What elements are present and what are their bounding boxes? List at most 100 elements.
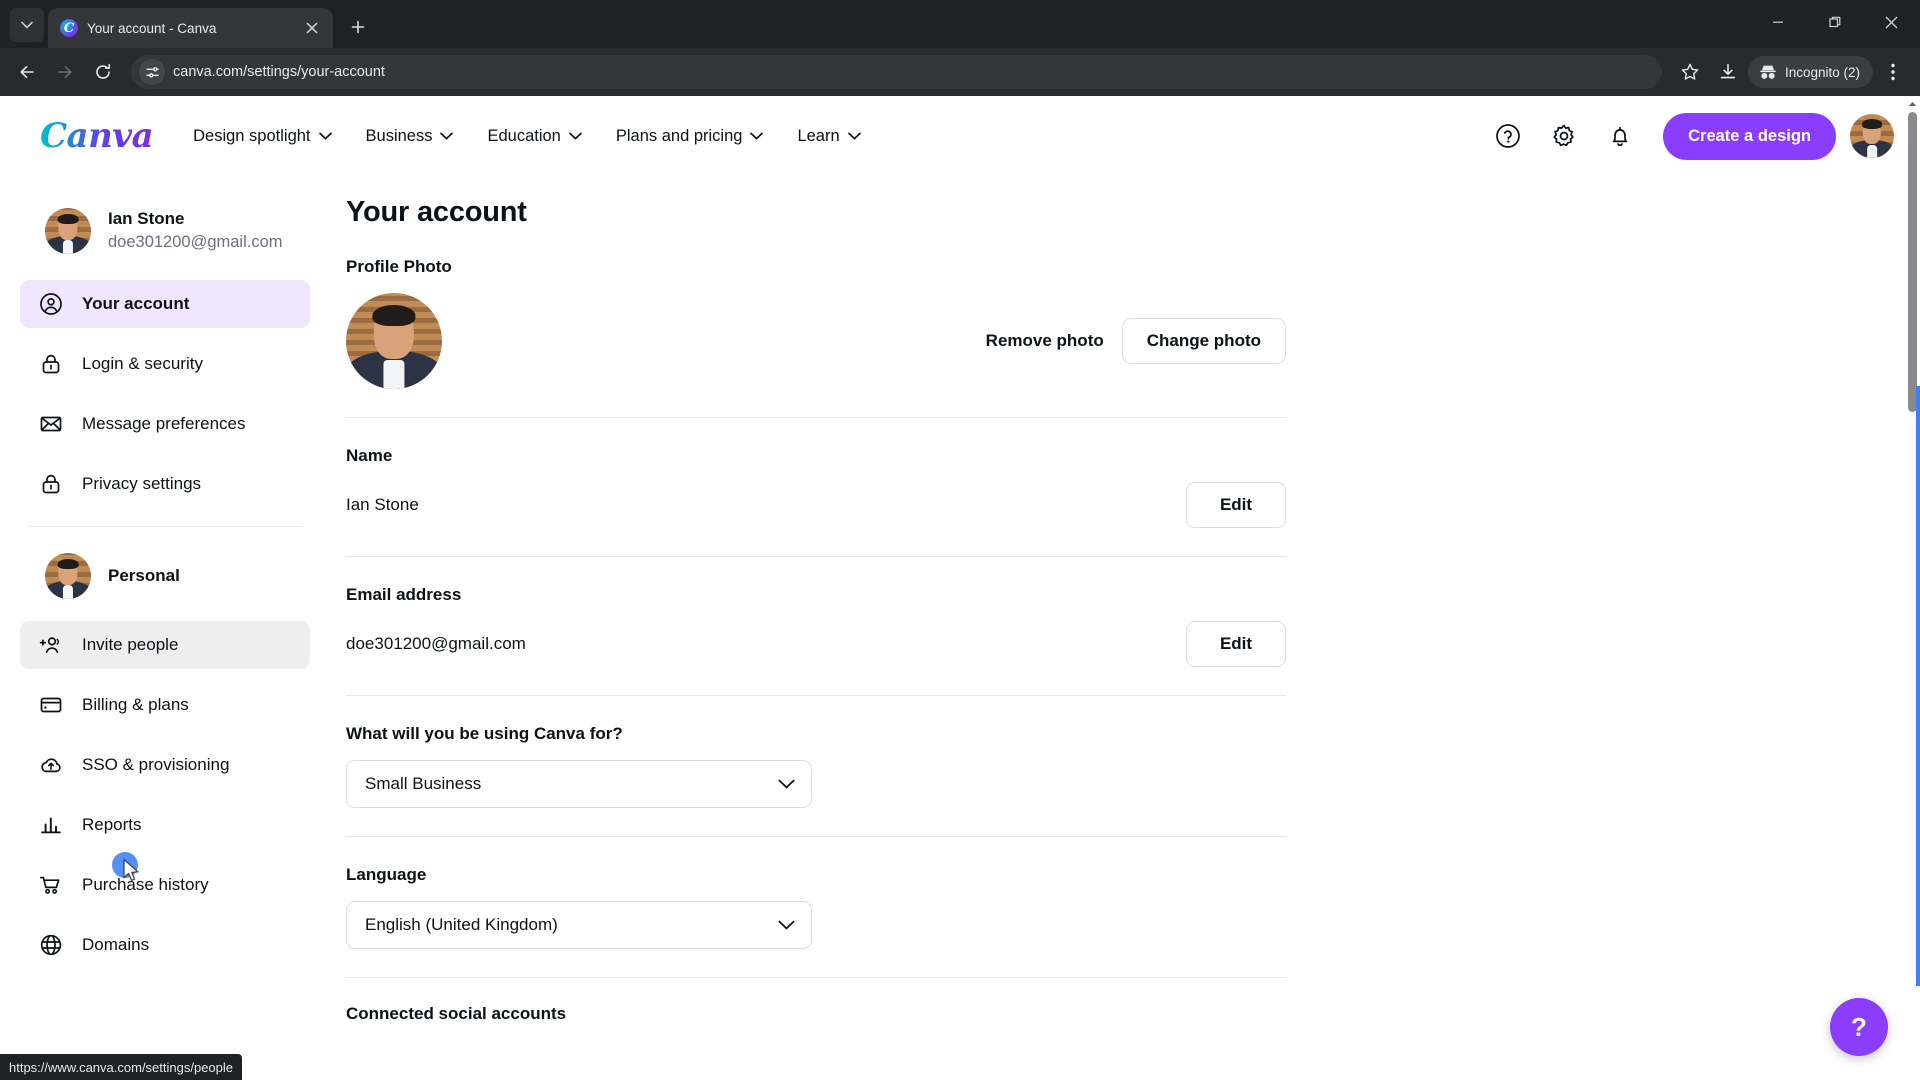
nav-item-learn[interactable]: Learn [797, 127, 861, 146]
sidebar-item-domains[interactable]: Domains [20, 921, 310, 969]
envelope-icon [38, 411, 64, 437]
usage-label: What will you be using Canva for? [346, 724, 623, 743]
scrollbar-thumb[interactable] [1908, 112, 1917, 412]
reload-button[interactable] [85, 54, 121, 90]
globe-icon [38, 932, 64, 958]
language-value: English (United Kingdom) [365, 915, 558, 934]
team-name: Personal [108, 566, 180, 585]
help-fab-button[interactable]: ? [1830, 998, 1888, 1056]
url-text: canva.com/settings/your-account [173, 64, 385, 80]
name-row: Ian Stone Edit [346, 482, 1286, 528]
lock-icon [38, 351, 64, 377]
usage-dropdown[interactable]: Small Business [346, 760, 812, 808]
downloads-button[interactable] [1710, 54, 1746, 90]
avatar-shirt [62, 585, 74, 599]
forward-button[interactable] [47, 54, 83, 90]
canva-favicon: C [60, 19, 78, 37]
avatar-hair [57, 213, 79, 224]
user-circle-icon [38, 291, 64, 317]
sidebar-item-message-preferences[interactable]: Message preferences [20, 400, 310, 448]
canva-logo[interactable]: Canva [40, 116, 154, 156]
nav-label: Design spotlight [193, 126, 311, 145]
avatar-hair [1862, 119, 1882, 129]
chevron-down-icon [778, 920, 795, 930]
address-bar[interactable]: canva.com/settings/your-account [131, 55, 1662, 89]
restore-icon [1828, 16, 1840, 28]
avatar[interactable] [1850, 114, 1894, 158]
arrow-left-icon [20, 66, 34, 78]
close-tab-icon[interactable] [301, 17, 323, 39]
email-value: doe301200@gmail.com [346, 634, 526, 653]
sidebar-item-privacy-settings[interactable]: Privacy settings [20, 460, 310, 508]
chrome-menu-button[interactable] [1875, 54, 1911, 90]
gear-icon [1553, 124, 1574, 147]
account-name: Ian Stone [108, 209, 185, 229]
language-dropdown[interactable]: English (United Kingdom) [346, 901, 812, 949]
back-button[interactable] [9, 54, 45, 90]
sidebar-item-sso-and-provisioning[interactable]: SSO & provisioning [20, 741, 310, 789]
sidebar-item-purchase-history[interactable]: Purchase history [20, 861, 310, 909]
primary-nav: Design spotlight Business Education Plan… [193, 127, 861, 146]
settings-body: Ian Stone doe301200@gmail.com Your accou… [0, 176, 1920, 1080]
close-window-button[interactable] [1863, 0, 1920, 44]
arrow-right-icon [58, 66, 72, 78]
change-photo-button[interactable]: Change photo [1121, 318, 1286, 364]
team-avatar [45, 553, 91, 599]
bell-icon [1612, 126, 1628, 147]
sidebar-item-label: Your account [82, 294, 190, 313]
chevron-down-icon [569, 132, 582, 140]
usage-value: Small Business [365, 774, 482, 793]
browser-tab[interactable]: C Your account - Canva [48, 8, 333, 48]
help-button[interactable] [1487, 115, 1529, 157]
name-label: Name [346, 446, 393, 465]
profile-photo [346, 293, 442, 389]
sidebar-item-reports[interactable]: Reports [20, 801, 310, 849]
email-row: doe301200@gmail.com Edit [346, 621, 1286, 667]
nav-item-design-spotlight[interactable]: Design spotlight [193, 126, 332, 146]
sidebar-item-label: Privacy settings [82, 474, 202, 493]
settings-sidebar: Ian Stone doe301200@gmail.com Your accou… [0, 176, 330, 1080]
tune-icon [145, 66, 159, 77]
status-bar: https://www.canva.com/settings/people [0, 1054, 243, 1080]
more-vertical-icon [1891, 63, 1895, 81]
section-language: Language English (United Kingdom) [346, 837, 1286, 978]
sidebar-item-label: Billing & plans [82, 695, 189, 714]
nav-item-plans-and-pricing[interactable]: Plans and pricing [616, 127, 764, 146]
nav-item-business[interactable]: Business [366, 127, 454, 146]
maximize-button[interactable] [1806, 0, 1863, 44]
tab-title: Your account - Canva [87, 20, 217, 36]
nav-item-education[interactable]: Education [487, 127, 582, 146]
section-connected-social-accounts: Connected social accounts [346, 978, 1286, 1024]
sidebar-item-label: SSO & provisioning [82, 755, 230, 774]
create-a-design-button[interactable]: Create a design [1663, 112, 1836, 160]
sidebar-item-label: Message preferences [82, 414, 246, 433]
remove-photo-button[interactable]: Remove photo [968, 331, 1122, 351]
scroll-up-arrow[interactable] [1905, 96, 1920, 112]
sidebar-account-block: Ian Stone doe301200@gmail.com [20, 176, 310, 280]
section-name: Name Ian Stone Edit [346, 418, 1286, 557]
settings-main: Your account Profile Photo Remove photo … [330, 176, 1920, 1080]
notifications-button[interactable] [1599, 115, 1641, 157]
sidebar-item-your-account[interactable]: Your account [20, 280, 310, 328]
bookmark-button[interactable] [1672, 54, 1708, 90]
page-title: Your account [346, 196, 527, 228]
sidebar-item-login-and-security[interactable]: Login & security [20, 340, 310, 388]
sidebar-item-label: Domains [82, 935, 150, 954]
site-settings-icon[interactable] [139, 59, 165, 85]
tab-search-button[interactable] [10, 8, 44, 42]
section-usage: What will you be using Canva for? Small … [346, 696, 1286, 837]
sidebar-item-invite-people[interactable]: Invite people [20, 621, 310, 669]
account-email: doe301200@gmail.com [108, 233, 283, 252]
download-icon [1720, 64, 1736, 79]
chevron-down-icon [318, 132, 332, 140]
incognito-indicator[interactable]: Incognito (2) [1747, 56, 1873, 88]
section-profile-photo: Profile Photo Remove photo Change photo [346, 229, 1286, 418]
minimize-button[interactable] [1749, 0, 1806, 44]
name-value: Ian Stone [346, 495, 419, 514]
sidebar-item-billing-and-plans[interactable]: Billing & plans [20, 681, 310, 729]
edit-name-button[interactable]: Edit [1186, 482, 1286, 528]
edit-email-button[interactable]: Edit [1186, 621, 1286, 667]
settings-button[interactable] [1543, 115, 1585, 157]
chevron-down-icon [21, 21, 33, 29]
new-tab-button[interactable] [341, 10, 375, 44]
